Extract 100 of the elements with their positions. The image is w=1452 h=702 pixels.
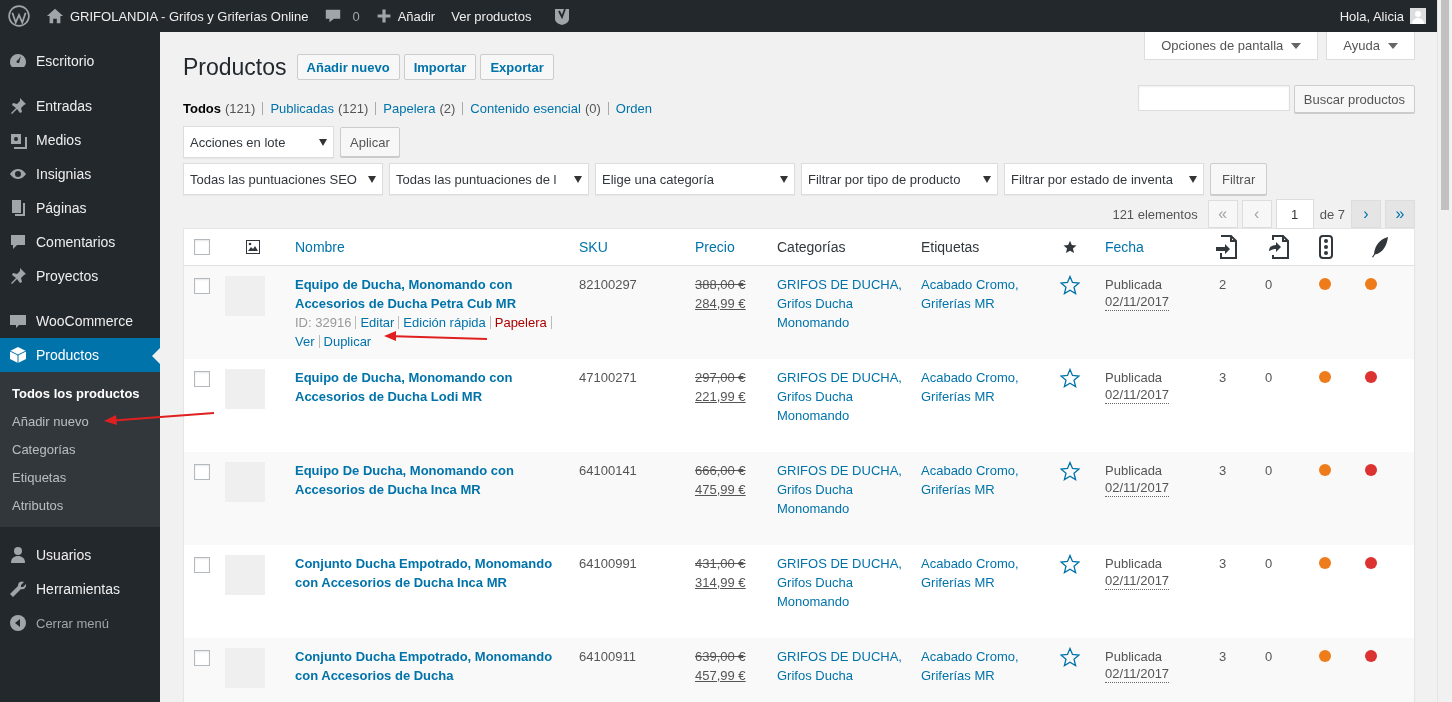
apply-button[interactable]: Aplicar (340, 127, 400, 157)
filter-dropdown[interactable]: Todas las puntuaciones de l (389, 163, 589, 195)
sidebar-menu-item[interactable]: WooCommerce (0, 304, 160, 338)
status-filter-link[interactable]: Publicadas (270, 101, 334, 116)
submenu-item[interactable]: Todos los productos (0, 379, 160, 407)
sale-price: 314,99 € (695, 574, 746, 592)
filter-dropdown[interactable]: Filtrar por estado de inventa (1004, 163, 1204, 195)
category-links[interactable]: GRIFOS DE DUCHA, Grifos Ducha Monomando (777, 461, 903, 518)
filter-dropdown[interactable]: Elige una categoría (595, 163, 795, 195)
star-icon[interactable] (1060, 554, 1080, 574)
trash-link[interactable]: Papelera (494, 313, 547, 332)
row-checkbox[interactable] (194, 464, 210, 480)
column-sort-link[interactable]: Precio (685, 239, 735, 255)
plus-icon[interactable] (375, 8, 392, 24)
column-sort-link[interactable]: Fecha (1095, 239, 1144, 255)
link-count: 0 (1264, 555, 1274, 573)
product-name-link[interactable]: Equipo De Ducha, Monomando con Accesorios de Ducha Inca MR (295, 461, 561, 499)
star-icon[interactable] (1060, 368, 1080, 388)
row-checkbox[interactable] (194, 278, 210, 294)
plugin-logo-icon[interactable] (553, 6, 572, 26)
traffic-light-icon (1319, 235, 1333, 259)
submenu-item[interactable]: Atributos (0, 491, 160, 519)
submenu-item[interactable]: Categorías (0, 435, 160, 463)
home-icon[interactable] (46, 7, 64, 25)
feather-icon (1371, 236, 1389, 258)
status-filter-link[interactable]: Contenido esencial (470, 101, 581, 116)
sidebar-menu-item[interactable]: Medios (0, 123, 160, 157)
filter-dropdown[interactable]: Todas las puntuaciones SEO (183, 163, 383, 195)
page-action-button[interactable]: Exportar (480, 54, 554, 80)
comment-count: 0 (352, 8, 360, 24)
sidebar-menu-item[interactable]: Entradas (0, 89, 160, 123)
star-icon[interactable] (1060, 461, 1080, 481)
tag-links[interactable]: Acabado Cromo, Griferías MR (921, 368, 1037, 406)
submenu-item[interactable]: Etiquetas (0, 463, 160, 491)
tag-links[interactable]: Acabado Cromo, Griferías MR (921, 647, 1037, 685)
regular-price: 639,00 € (695, 648, 746, 666)
pagination-button[interactable]: » (1385, 200, 1415, 228)
sale-price: 475,99 € (695, 481, 746, 499)
sidebar-menu-item[interactable]: Páginas (0, 191, 160, 225)
submenu-item[interactable]: Añadir nuevo (0, 407, 160, 435)
new-content-link[interactable]: Añadir (397, 8, 436, 24)
category-links[interactable]: GRIFOS DE DUCHA, Grifos Ducha Monomando (777, 275, 903, 332)
category-links[interactable]: GRIFOS DE DUCHA, Grifos Ducha (777, 647, 903, 685)
tag-links[interactable]: Acabado Cromo, Griferías MR (921, 554, 1037, 592)
status-filter-link[interactable]: Orden (615, 101, 652, 116)
row-action-link[interactable]: Edición rápida (403, 313, 486, 332)
sidebar-menu-item[interactable]: Proyectos (0, 259, 160, 293)
row-checkbox[interactable] (194, 650, 210, 666)
tag-links[interactable]: Acabado Cromo, Griferías MR (921, 275, 1037, 313)
greeting-link[interactable]: Hola, Alicia (1339, 8, 1404, 24)
filter-dropdown[interactable]: Filtrar por tipo de producto (801, 163, 998, 195)
product-name-link[interactable]: Conjunto Ducha Empotrado, Monomando con Accesorios de Ducha (295, 647, 561, 685)
sidebar-menu-item[interactable]: Usuarios (0, 538, 160, 572)
search-field[interactable] (1137, 85, 1290, 111)
link-count: 3 (1218, 555, 1228, 573)
category-links[interactable]: GRIFOS DE DUCHA, Grifos Ducha Monomando (777, 368, 903, 425)
comment-icon[interactable] (324, 7, 343, 25)
page-number-field[interactable]: 1 (1275, 199, 1314, 229)
view-products-link[interactable]: Ver productos (443, 0, 540, 32)
product-name-link[interactable]: Conjunto Ducha Empotrado, Monomando con Accesorios de Ducha Inca MR (295, 554, 561, 592)
column-sort-link[interactable]: Nombre (285, 239, 345, 255)
collapse-menu-button[interactable]: Cerrar menú (0, 606, 160, 640)
document-in-icon (1215, 235, 1237, 259)
sku-text: 47100271 (579, 370, 637, 385)
filter-button[interactable]: Filtrar (1210, 163, 1268, 195)
sidebar-menu-item[interactable]: Insignias (0, 157, 160, 191)
sale-price: 284,99 € (695, 295, 746, 313)
screen-tab[interactable]: Opciones de pantalla (1144, 32, 1319, 60)
sidebar-menu-item[interactable]: Comentarios (0, 225, 160, 259)
product-name-link[interactable]: Equipo de Ducha, Monomando con Accesorios de Ducha Lodi MR (295, 368, 561, 406)
row-action-link[interactable]: Ver (295, 332, 315, 351)
publish-date: 02/11/2017 (1105, 387, 1170, 404)
row-action-link[interactable]: Duplicar (323, 332, 372, 351)
row-action-link[interactable]: Editar (360, 313, 395, 332)
column-sort-link[interactable]: SKU (569, 239, 608, 255)
site-name-link[interactable]: GRIFOLANDIA - Grifos y Griferías Online (70, 8, 309, 24)
page-total: de 7 (1319, 206, 1345, 222)
select-all-checkbox[interactable] (194, 239, 210, 255)
page-action-button[interactable]: Importar (403, 54, 477, 80)
status-filter-link[interactable]: Papelera (383, 101, 436, 116)
publish-date: 02/11/2017 (1105, 573, 1170, 590)
category-links[interactable]: GRIFOS DE DUCHA, Grifos Ducha Monomando (777, 554, 903, 611)
star-icon[interactable] (1060, 647, 1080, 667)
star-icon[interactable] (1060, 275, 1080, 295)
tag-links[interactable]: Acabado Cromo, Griferías MR (921, 461, 1037, 499)
row-checkbox[interactable] (194, 371, 210, 387)
screen-tab[interactable]: Ayuda (1326, 32, 1415, 60)
bulk-actions-dropdown[interactable]: Acciones en lote (183, 126, 334, 158)
status-filter-link[interactable]: Todos (183, 101, 222, 116)
sidebar-menu-item[interactable]: Escritorio (0, 44, 160, 78)
pagination-button[interactable]: › (1351, 200, 1381, 228)
sidebar-menu-item[interactable]: Herramientas (0, 572, 160, 606)
search-button[interactable]: Buscar productos (1293, 85, 1415, 113)
row-checkbox[interactable] (194, 557, 210, 573)
sidebar-menu-item[interactable]: Productos (0, 338, 160, 372)
logo-icon[interactable] (8, 5, 30, 27)
scrollbar-thumb[interactable] (1441, 0, 1449, 210)
product-name-link[interactable]: Equipo de Ducha, Monomando con Accesorios de Ducha Petra Cub MR (295, 275, 561, 313)
post-status: Publicada (1105, 555, 1163, 573)
page-action-button[interactable]: Añadir nuevo (296, 54, 400, 80)
